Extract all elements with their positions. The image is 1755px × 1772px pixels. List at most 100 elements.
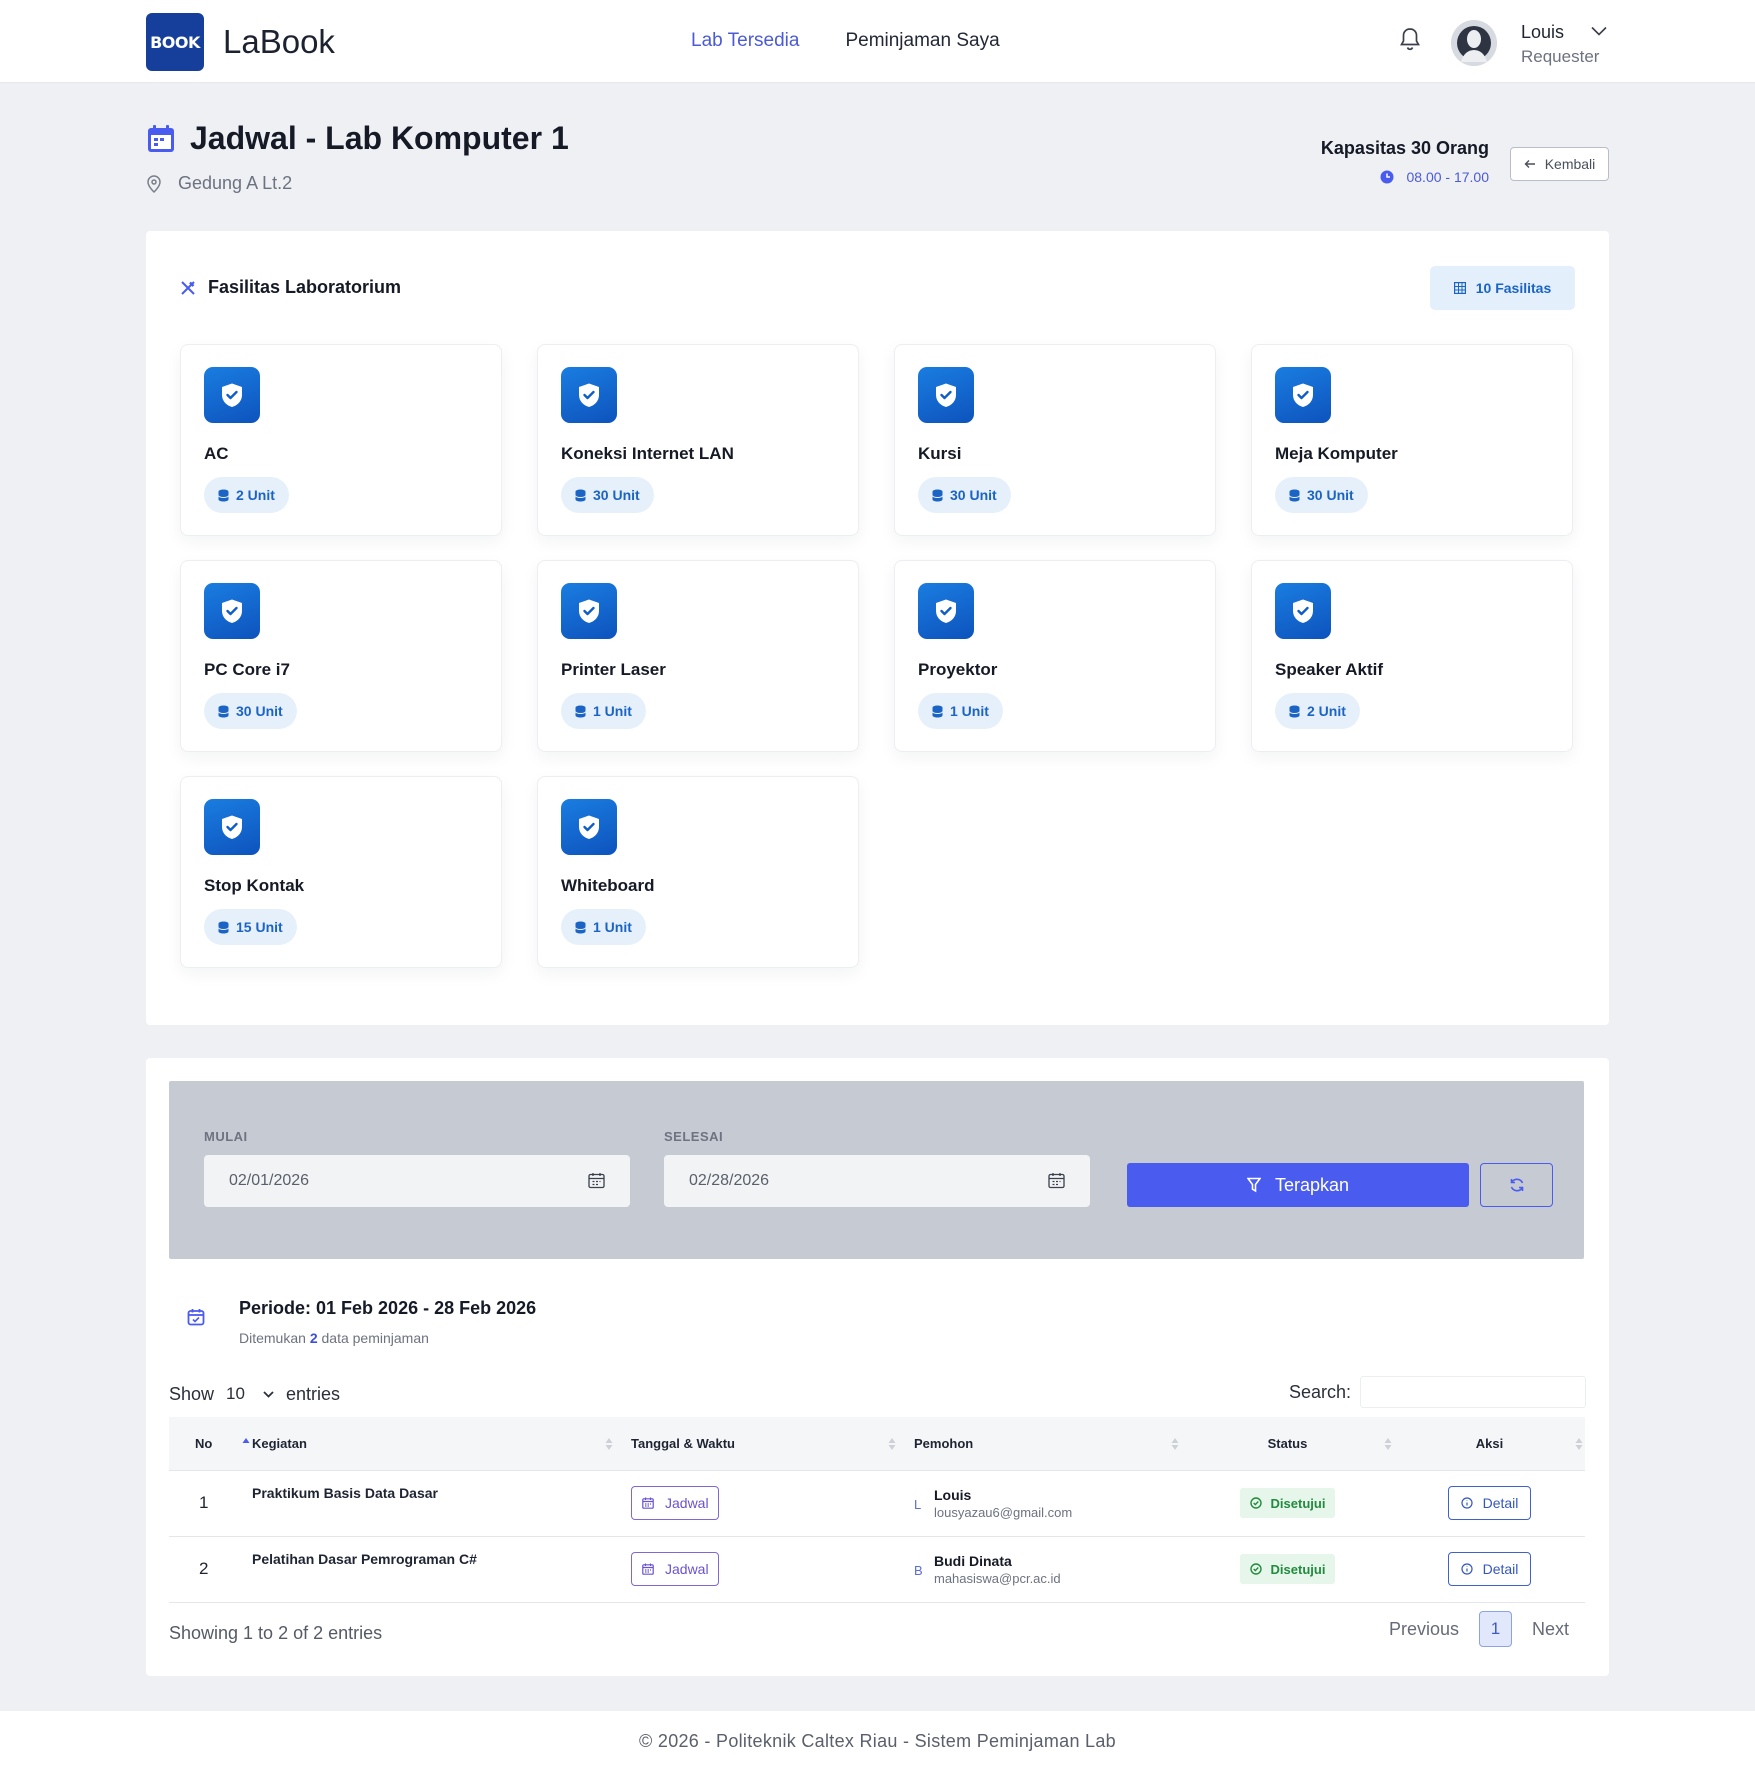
bookings-table: No Kegiatan Tanggal & Waktu Pemohon Stat… xyxy=(169,1417,1585,1603)
search-input[interactable] xyxy=(1360,1376,1586,1408)
status-label: Disetujui xyxy=(1270,1495,1326,1511)
apply-filter-button[interactable]: Terapkan xyxy=(1127,1163,1469,1207)
next-page-button[interactable]: Next xyxy=(1532,1619,1569,1640)
facility-unit-badge: 2 Unit xyxy=(204,477,289,513)
schedule-button[interactable]: Jadwal xyxy=(631,1486,719,1520)
facility-unit-badge: 15 Unit xyxy=(204,909,297,945)
footer-text: © 2026 - Politeknik Caltex Riau - Sistem… xyxy=(639,1731,1116,1751)
tools-icon xyxy=(181,280,195,295)
found-prefix: Ditemukan xyxy=(239,1330,306,1346)
page-button-current[interactable]: 1 xyxy=(1478,1611,1512,1647)
facility-unit: 1 Unit xyxy=(593,919,632,935)
detail-button[interactable]: Detail xyxy=(1447,1486,1532,1520)
detail-label: Detail xyxy=(1482,1495,1519,1511)
calendar-picker-icon[interactable] xyxy=(588,1172,605,1189)
facility-unit: 30 Unit xyxy=(950,487,997,503)
sort-asc-icon xyxy=(242,1438,250,1443)
database-icon xyxy=(575,489,586,501)
table-search: Search: xyxy=(1289,1376,1586,1408)
facility-unit: 1 Unit xyxy=(593,703,632,719)
location-text: Gedung A Lt.2 xyxy=(178,173,293,193)
brand[interactable]: BOOK LaBook xyxy=(146,13,335,71)
info-circle-icon xyxy=(1460,1563,1473,1575)
facility-name: Koneksi Internet LAN xyxy=(561,444,734,463)
database-icon xyxy=(218,489,229,501)
end-date-value: 02/28/2026 xyxy=(689,1172,770,1189)
sort-icon xyxy=(888,1438,896,1450)
shield-check-icon xyxy=(1275,583,1331,639)
sort-icon xyxy=(1171,1438,1179,1450)
entries-label: entries xyxy=(286,1383,341,1404)
facility-name: Meja Komputer xyxy=(1275,444,1398,463)
column-activity[interactable]: Kegiatan xyxy=(252,1417,615,1471)
calendar-icon xyxy=(642,1563,654,1575)
end-date-label: SELESAI xyxy=(664,1129,724,1144)
nav-links: Lab Tersedia Peminjaman Saya xyxy=(691,30,1000,52)
apply-label: Terapkan xyxy=(1274,1174,1350,1195)
end-date-input[interactable]: 02/28/2026 xyxy=(664,1155,1090,1207)
database-icon xyxy=(1289,489,1300,501)
back-button[interactable]: Kembali xyxy=(1510,147,1609,181)
requester-email: lousyazau6@gmail.com xyxy=(934,1504,1073,1520)
avatar[interactable] xyxy=(1451,20,1497,66)
column-label: Tanggal & Waktu xyxy=(631,1435,735,1451)
user-menu[interactable]: Louis Requester xyxy=(1521,22,1599,67)
period-found: Ditemukan 2 data peminjaman xyxy=(239,1330,536,1346)
database-icon xyxy=(932,489,943,501)
column-label: No xyxy=(195,1435,213,1451)
previous-page-button[interactable]: Previous xyxy=(1389,1619,1459,1640)
chevron-down-icon[interactable] xyxy=(1591,26,1607,36)
column-datetime[interactable]: Tanggal & Waktu xyxy=(615,1417,898,1471)
info-circle-icon xyxy=(1460,1497,1473,1509)
requester-email: mahasiswa@pcr.ac.id xyxy=(934,1570,1061,1586)
bell-icon[interactable] xyxy=(1398,26,1422,52)
start-date-input[interactable]: 02/01/2026 xyxy=(204,1155,630,1207)
facility-unit-badge: 1 Unit xyxy=(561,909,646,945)
column-no[interactable]: No xyxy=(169,1417,252,1471)
book-logo-icon: BOOK xyxy=(146,13,204,71)
column-action[interactable]: Aksi xyxy=(1394,1417,1585,1471)
arrow-left-icon xyxy=(1524,160,1535,168)
database-icon xyxy=(1289,705,1300,717)
shield-check-icon xyxy=(204,799,260,855)
column-requester[interactable]: Pemohon xyxy=(898,1417,1181,1471)
facility-card: Whiteboard 1 Unit xyxy=(537,776,859,968)
facility-name: Speaker Aktif xyxy=(1275,660,1384,679)
facility-unit: 1 Unit xyxy=(950,703,989,719)
column-label: Pemohon xyxy=(914,1435,974,1451)
shield-check-icon xyxy=(918,583,974,639)
nav-link-peminjaman-saya[interactable]: Peminjaman Saya xyxy=(845,30,999,52)
reset-filter-button[interactable] xyxy=(1480,1163,1553,1207)
nav-link-lab-tersedia[interactable]: Lab Tersedia xyxy=(691,30,799,52)
pagination: Previous 1 Next xyxy=(1389,1611,1569,1647)
schedule-button[interactable]: Jadwal xyxy=(631,1552,719,1586)
back-label: Kembali xyxy=(1544,156,1596,172)
status-badge: Disetujui xyxy=(1239,1554,1336,1584)
facility-name: Stop Kontak xyxy=(204,876,305,895)
requester-initial: B xyxy=(914,1562,923,1578)
facility-name: Printer Laser xyxy=(561,660,666,679)
grid-icon xyxy=(1453,282,1466,294)
footer: © 2026 - Politeknik Caltex Riau - Sistem… xyxy=(0,1711,1755,1772)
schedule-label: Jadwal xyxy=(665,1561,709,1577)
check-circle-icon xyxy=(1249,1497,1262,1509)
schedule-label: Jadwal xyxy=(665,1495,709,1511)
page-length-select[interactable]: 10 xyxy=(222,1380,278,1408)
facilities-card: Fasilitas Laboratorium 10 Fasilitas AC 2… xyxy=(146,231,1609,1025)
logo-text: BOOK xyxy=(150,32,200,52)
facility-name: AC xyxy=(204,444,229,463)
search-label: Search: xyxy=(1288,1381,1351,1402)
facility-card: Speaker Aktif 2 Unit xyxy=(1251,560,1573,752)
requester: B Budi Dinata mahasiswa@pcr.ac.id xyxy=(914,1553,1181,1586)
row-number: 2 xyxy=(169,1536,252,1603)
table-row: 1 Praktikum Basis Data Dasar Jadwal L Lo… xyxy=(169,1470,1585,1537)
facility-unit: 30 Unit xyxy=(593,487,640,503)
column-status[interactable]: Status xyxy=(1181,1417,1394,1471)
refresh-icon xyxy=(1510,1178,1523,1192)
facility-unit-badge: 30 Unit xyxy=(1275,477,1368,513)
sort-icon xyxy=(605,1438,613,1450)
detail-button[interactable]: Detail xyxy=(1447,1552,1532,1586)
activity-name: Praktikum Basis Data Dasar xyxy=(252,1485,438,1501)
facility-card: AC 2 Unit xyxy=(180,344,502,536)
calendar-picker-icon[interactable] xyxy=(1048,1172,1065,1189)
